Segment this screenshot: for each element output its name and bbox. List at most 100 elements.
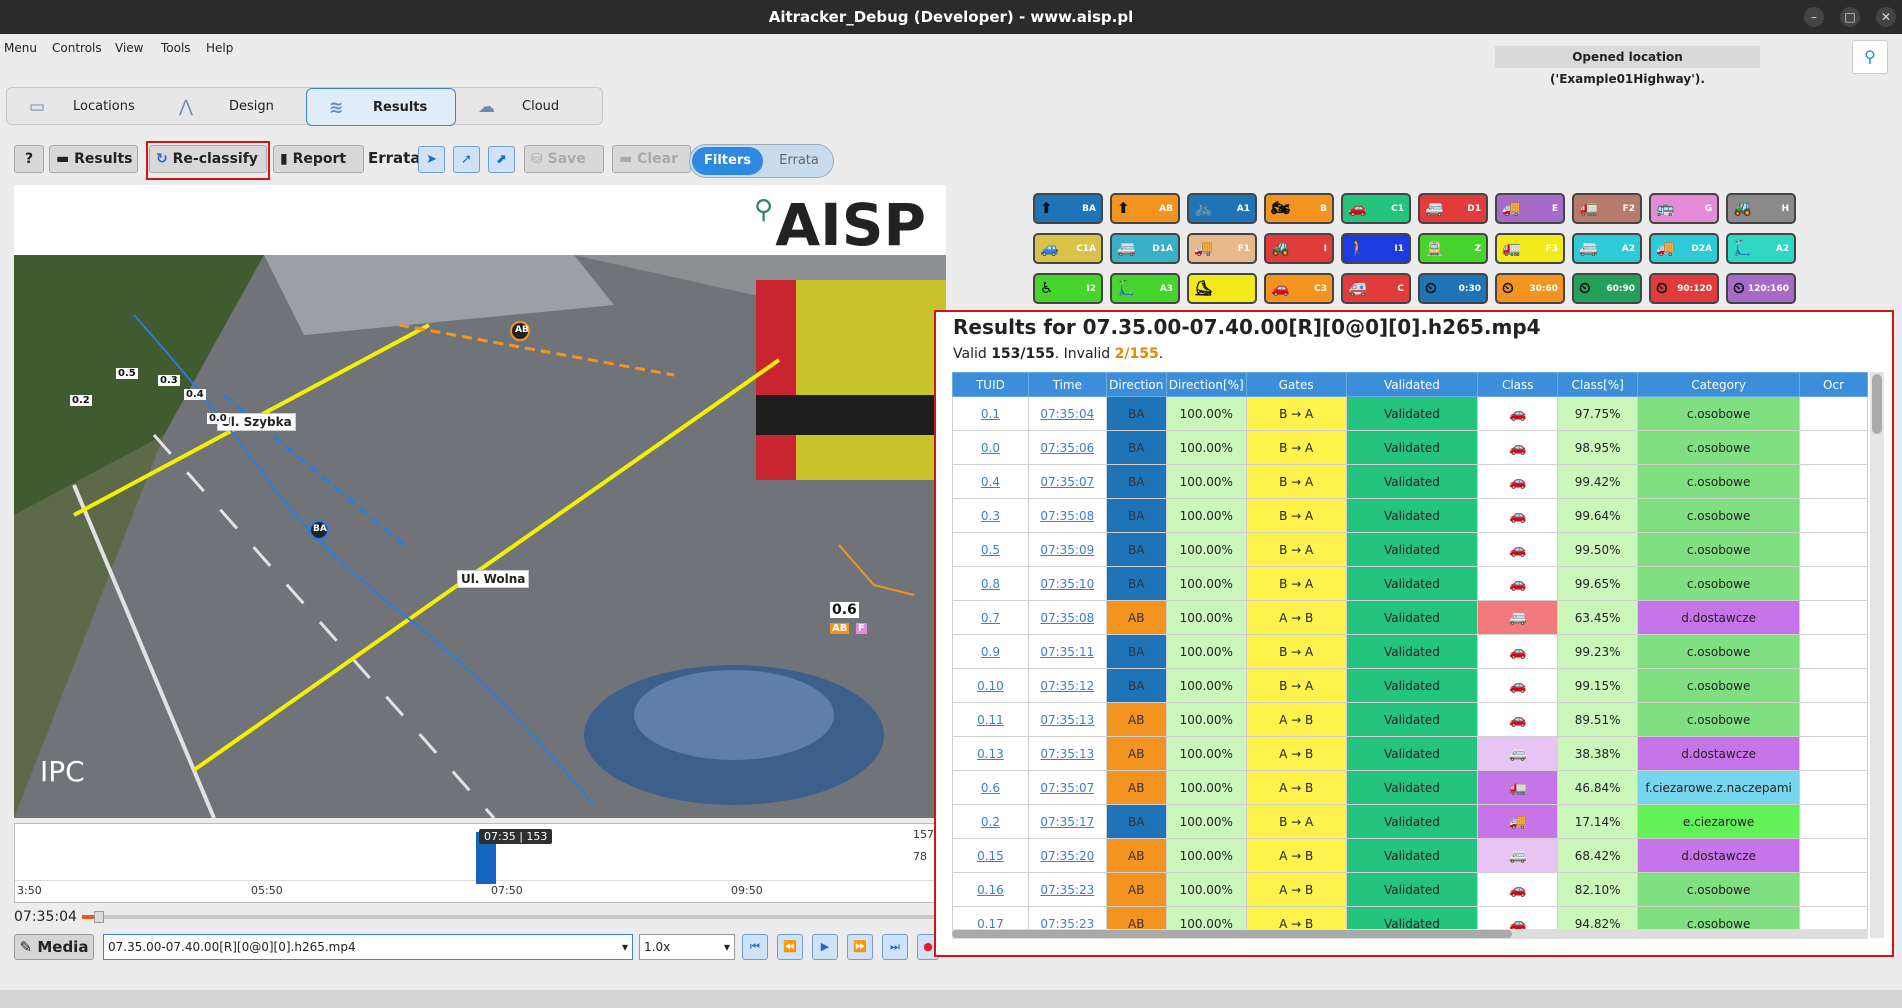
seek-bar[interactable] xyxy=(82,911,942,923)
menu-item-view[interactable]: View xyxy=(115,41,143,55)
table-row[interactable]: 0.5 07:35:09 BA 100.00% B → A Validated 🚗 99.50… xyxy=(952,532,1868,567)
column-header[interactable]: Time xyxy=(1027,372,1107,397)
tuid-link[interactable]: 0.1 xyxy=(952,396,1029,431)
tuid-link[interactable]: 0.3 xyxy=(952,498,1029,533)
class-button-h[interactable]: 🚜 H xyxy=(1726,193,1796,224)
column-header[interactable]: Class[%] xyxy=(1557,372,1639,397)
minimize-icon[interactable]: – xyxy=(1804,7,1824,27)
report-button[interactable]: ▮ Report xyxy=(273,145,364,173)
class-button-c1a[interactable]: 🚙 C1A xyxy=(1033,233,1103,264)
scrollbar-thumb[interactable] xyxy=(1872,374,1882,434)
save-button[interactable]: ⛁ Save xyxy=(524,145,604,173)
class-button-90:120[interactable]: ⏲ 90:120 xyxy=(1649,273,1719,304)
tuid-link[interactable]: 0.13 xyxy=(952,736,1029,771)
class-button-e[interactable]: 🚚 E xyxy=(1495,193,1565,224)
table-row[interactable]: 0.0 07:35:06 BA 100.00% B → A Validated 🚗 98.95… xyxy=(952,430,1868,465)
class-button-i1[interactable]: 🚶 I1 xyxy=(1341,233,1411,264)
class-button-d1[interactable]: 🚐 D1 xyxy=(1418,193,1488,224)
class-button-ba[interactable]: ⬆ BA xyxy=(1033,193,1103,224)
class-button-ab[interactable]: ⬆ AB xyxy=(1110,193,1180,224)
time-link[interactable]: 07:35:13 xyxy=(1027,702,1107,737)
table-row[interactable]: 0.10 07:35:12 BA 100.00% B → A Validated 🚗 99.1… xyxy=(952,668,1868,703)
select-multi-cursor-icon[interactable]: ⬈ xyxy=(488,146,515,173)
filters-toggle[interactable]: Filters xyxy=(692,147,763,175)
column-header[interactable]: TUID xyxy=(952,372,1029,397)
tuid-link[interactable]: 0.8 xyxy=(952,566,1029,601)
scrollbar-thumb[interactable] xyxy=(952,930,1512,938)
class-button-a1[interactable]: 🚲 A1 xyxy=(1187,193,1257,224)
tab-locations[interactable]: ▭ Locations xyxy=(7,88,157,126)
fast-forward-icon[interactable]: ⏩ xyxy=(847,934,873,960)
table-row[interactable]: 0.8 07:35:10 BA 100.00% B → A Validated 🚗 99.65… xyxy=(952,566,1868,601)
column-header[interactable]: Direction xyxy=(1105,372,1167,397)
select-cursor-icon[interactable]: ➤ xyxy=(418,146,445,173)
time-link[interactable]: 07:35:07 xyxy=(1027,464,1107,499)
table-row[interactable]: 0.13 07:35:13 AB 100.00% A → B Validated 🚐 38.3… xyxy=(952,736,1868,771)
tuid-link[interactable]: 0.6 xyxy=(952,770,1029,805)
tuid-link[interactable]: 0.7 xyxy=(952,600,1029,635)
time-link[interactable]: 07:35:10 xyxy=(1027,566,1107,601)
class-button-a2[interactable]: 🛴 A2 xyxy=(1726,233,1796,264)
media-button[interactable]: ✎ Media xyxy=(14,934,94,960)
class-button-i[interactable]: 🚜 I xyxy=(1264,233,1334,264)
time-link[interactable]: 07:35:23 xyxy=(1027,872,1107,907)
menu-item-tools[interactable]: Tools xyxy=(161,41,191,55)
help-button[interactable]: ? xyxy=(14,145,44,173)
class-button-30:60[interactable]: ⏲ 30:60 xyxy=(1495,273,1565,304)
class-button-f2[interactable]: 🚛 F2 xyxy=(1572,193,1642,224)
menu-item-help[interactable]: Help xyxy=(206,41,233,55)
tuid-link[interactable]: 0.10 xyxy=(952,668,1029,703)
table-row[interactable]: 0.6 07:35:07 AB 100.00% A → B Validated 🚛 46.84… xyxy=(952,770,1868,805)
table-row[interactable]: 0.9 07:35:11 BA 100.00% B → A Validated 🚗 99.23… xyxy=(952,634,1868,669)
class-button-d1a[interactable]: 🚐 D1A xyxy=(1110,233,1180,264)
time-link[interactable]: 07:35:17 xyxy=(1027,804,1107,839)
video-view[interactable]: AISP ⚲ Ul. Szybka Ul. Wolna 0.2 0.5 0.3 … xyxy=(14,185,946,818)
tab-results[interactable]: ≋ Results xyxy=(306,88,456,126)
column-header[interactable]: Direction[%] xyxy=(1165,372,1247,397)
horizontal-scrollbar[interactable] xyxy=(952,929,1868,939)
time-link[interactable]: 07:35:09 xyxy=(1027,532,1107,567)
play-icon[interactable]: ▶ xyxy=(812,934,838,960)
menu-item-menu[interactable]: Menu xyxy=(4,41,37,55)
close-icon[interactable]: ✕ xyxy=(1876,7,1896,27)
column-header[interactable]: Ocr xyxy=(1799,372,1868,397)
class-button-120:160[interactable]: ⏲ 120:160 xyxy=(1726,273,1796,304)
time-link[interactable]: 07:35:12 xyxy=(1027,668,1107,703)
rewind-icon[interactable]: ⏪ xyxy=(777,934,803,960)
class-button-f1[interactable]: 🚚 F1 xyxy=(1187,233,1257,264)
time-link[interactable]: 07:35:06 xyxy=(1027,430,1107,465)
class-button-d2a[interactable]: 🚚 D2A xyxy=(1649,233,1719,264)
column-header[interactable]: Class xyxy=(1477,372,1559,397)
clear-button[interactable]: ▬ Clear xyxy=(612,145,691,173)
class-button-a2[interactable]: 🚐 A2 xyxy=(1572,233,1642,264)
select-add-cursor-icon[interactable]: ➚ xyxy=(453,146,480,173)
table-row[interactable]: 0.15 07:35:20 AB 100.00% A → B Validated 🚐 68.4… xyxy=(952,838,1868,873)
tuid-link[interactable]: 0.15 xyxy=(952,838,1029,873)
table-row[interactable]: 0.1 07:35:04 BA 100.00% B → A Validated 🚗 97.75… xyxy=(952,396,1868,431)
tuid-link[interactable]: 0.11 xyxy=(952,702,1029,737)
column-header[interactable]: Validated xyxy=(1345,372,1479,397)
tuid-link[interactable]: 0.16 xyxy=(952,872,1029,907)
class-button-i2[interactable]: ♿ I2 xyxy=(1033,273,1103,304)
time-link[interactable]: 07:35:11 xyxy=(1027,634,1107,669)
class-button-0:30[interactable]: ⏲ 0:30 xyxy=(1418,273,1488,304)
tab-cloud[interactable]: ☁ Cloud xyxy=(456,88,602,126)
class-button-c[interactable]: 🚑 C xyxy=(1341,273,1411,304)
class-button-unlabeled[interactable]: ⛸ xyxy=(1187,273,1257,304)
maximize-icon[interactable]: □ xyxy=(1840,7,1860,27)
time-link[interactable]: 07:35:04 xyxy=(1027,396,1107,431)
tuid-link[interactable]: 0.4 xyxy=(952,464,1029,499)
time-link[interactable]: 07:35:08 xyxy=(1027,600,1107,635)
table-row[interactable]: 0.3 07:35:08 BA 100.00% B → A Validated 🚗 99.64… xyxy=(952,498,1868,533)
class-button-z[interactable]: 🚊 Z xyxy=(1418,233,1488,264)
tuid-link[interactable]: 0.2 xyxy=(952,804,1029,839)
results-button[interactable]: ▬ Results xyxy=(49,145,138,173)
tuid-link[interactable]: 0.5 xyxy=(952,532,1029,567)
skip-end-icon[interactable]: ⏭ xyxy=(882,934,908,960)
class-button-a3[interactable]: 🛴 A3 xyxy=(1110,273,1180,304)
table-row[interactable]: 0.2 07:35:17 BA 100.00% B → A Validated 🚚 17.14… xyxy=(952,804,1868,839)
tuid-link[interactable]: 0.9 xyxy=(952,634,1029,669)
tuid-link[interactable]: 0.0 xyxy=(952,430,1029,465)
class-button-c3[interactable]: 🚗 C3 xyxy=(1264,273,1334,304)
seek-handle[interactable] xyxy=(94,911,104,923)
